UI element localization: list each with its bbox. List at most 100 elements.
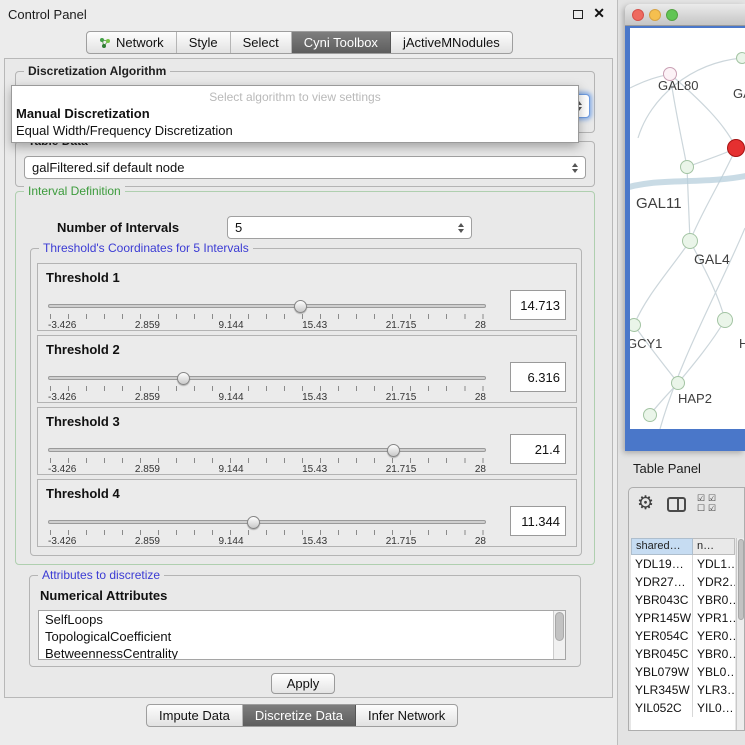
cell-shared-name[interactable]: YER054C — [631, 627, 693, 645]
cell-name[interactable]: YPR1… — [693, 609, 735, 627]
cell-name[interactable]: YBL0… — [693, 663, 735, 681]
table-scrollbar[interactable] — [736, 538, 745, 730]
slider-track[interactable] — [48, 520, 486, 524]
cell-shared-name[interactable]: YDL19… — [631, 555, 693, 573]
threshold-slider[interactable]: -3.426 2.859 9.144 15.43 21.715 28 — [48, 372, 486, 402]
slider-track[interactable] — [48, 376, 486, 380]
number-of-intervals-select[interactable]: 5 — [227, 216, 472, 239]
table-row[interactable]: YDR27…YDR2… — [631, 573, 735, 591]
zoom-traffic-light[interactable] — [666, 9, 678, 21]
gear-icon[interactable]: ⚙ — [637, 492, 654, 515]
column-header-shared-name[interactable]: shared… — [631, 538, 693, 555]
cell-name[interactable]: YLR3… — [693, 681, 735, 699]
network-node[interactable] — [682, 233, 698, 249]
tab-select[interactable]: Select — [231, 32, 292, 53]
tab-style[interactable]: Style — [177, 32, 231, 53]
table-row[interactable]: YBR043CYBR0… — [631, 591, 735, 609]
list-item-selfloops[interactable]: SelfLoops — [39, 611, 565, 628]
tab-label: Impute Data — [159, 708, 230, 723]
slider-thumb[interactable] — [294, 300, 307, 313]
table-data-select[interactable]: galFiltered.sif default node — [24, 156, 586, 179]
tab-label: Infer Network — [368, 708, 445, 723]
tab-discretize-data[interactable]: Discretize Data — [243, 705, 356, 726]
attributes-scrollbar[interactable] — [553, 611, 565, 659]
tab-impute-data[interactable]: Impute Data — [147, 705, 243, 726]
float-window-icon[interactable] — [573, 10, 583, 19]
apply-button[interactable]: Apply — [271, 673, 335, 694]
list-item-betweennesscentrality[interactable]: BetweennessCentrality — [39, 645, 565, 660]
slider-thumb[interactable] — [177, 372, 190, 385]
scale-label: 2.859 — [135, 320, 160, 331]
list-item-topologicalcoefficient[interactable]: TopologicalCoefficient — [39, 628, 565, 645]
slider-ticks — [50, 458, 484, 463]
network-node[interactable] — [680, 160, 694, 174]
scrollbar-thumb[interactable] — [555, 612, 564, 641]
checkbox-icon: ☑ — [708, 503, 719, 513]
cell-name[interactable]: YIL0… — [693, 699, 735, 717]
network-node-label: GCY1 — [630, 336, 662, 351]
scrollbar-thumb[interactable] — [738, 539, 744, 620]
network-node-label: H — [739, 336, 745, 351]
network-node[interactable] — [643, 408, 657, 422]
cell-shared-name[interactable]: YLR345W — [631, 681, 693, 699]
slider-track[interactable] — [48, 448, 486, 452]
table-row[interactable]: YER054CYER0… — [631, 627, 735, 645]
cell-shared-name[interactable]: YBR043C — [631, 591, 693, 609]
slider-thumb[interactable] — [247, 516, 260, 529]
slider-scale: -3.426 2.859 9.144 15.43 21.715 28 — [48, 392, 486, 403]
threshold-label: Threshold 3 — [46, 414, 120, 429]
cell-name[interactable]: YDR2… — [693, 573, 735, 591]
cell-name[interactable]: YER0… — [693, 627, 735, 645]
slider-track[interactable] — [48, 304, 486, 308]
minimize-traffic-light[interactable] — [649, 9, 661, 21]
cell-shared-name[interactable]: YDR27… — [631, 573, 693, 591]
column-header-name[interactable]: n… — [693, 538, 735, 555]
dropdown-option-equal-width-frequency[interactable]: Equal Width/Frequency Discretization — [12, 122, 578, 139]
table-row[interactable]: YIL052CYIL0… — [631, 699, 735, 717]
slider-ticks — [50, 386, 484, 391]
scale-label: 28 — [475, 536, 486, 547]
scale-label: 21.715 — [386, 392, 417, 403]
tab-network[interactable]: Network — [87, 32, 177, 53]
table-row[interactable]: YBL079WYBL0… — [631, 663, 735, 681]
cell-shared-name[interactable]: YBL079W — [631, 663, 693, 681]
cell-name[interactable]: YBR0… — [693, 645, 735, 663]
table-row[interactable]: YPR145WYPR1… — [631, 609, 735, 627]
network-node[interactable] — [717, 312, 733, 328]
threshold-value-input[interactable]: 21.4 — [510, 434, 566, 464]
threshold-value-input[interactable]: 11.344 — [510, 506, 566, 536]
table-row[interactable]: YBR045CYBR0… — [631, 645, 735, 663]
threshold-slider[interactable]: -3.426 2.859 9.144 15.43 21.715 28 — [48, 300, 486, 330]
threshold-slider[interactable]: -3.426 2.859 9.144 15.43 21.715 28 — [48, 444, 486, 474]
threshold-value-input[interactable]: 14.713 — [510, 290, 566, 320]
threshold-value-input[interactable]: 6.316 — [510, 362, 566, 392]
close-icon[interactable]: ✕ — [593, 5, 605, 22]
cell-name[interactable]: YDL1… — [693, 555, 735, 573]
scale-label: 9.144 — [219, 392, 244, 403]
columns-icon[interactable] — [667, 497, 686, 512]
dropdown-option-manual-discretization[interactable]: Manual Discretization — [12, 105, 578, 122]
tab-infer-network[interactable]: Infer Network — [356, 705, 457, 726]
cell-name[interactable]: YBR0… — [693, 591, 735, 609]
tab-cyni-toolbox[interactable]: Cyni Toolbox — [292, 32, 391, 53]
network-node[interactable] — [671, 376, 685, 390]
tab-jactivemnodules[interactable]: jActiveMNodules — [391, 32, 512, 53]
threshold-slider[interactable]: -3.426 2.859 9.144 15.43 21.715 28 — [48, 516, 486, 546]
close-traffic-light[interactable] — [632, 9, 644, 21]
slider-thumb[interactable] — [387, 444, 400, 457]
select-columns-checkboxes-icon[interactable]: ☑☑ ☐☑ — [697, 493, 719, 513]
network-canvas[interactable]: GAL80GAGAL11GAL4GCY1HHAP2 — [630, 28, 745, 429]
threshold-label: Threshold 1 — [46, 270, 120, 285]
cell-shared-name[interactable]: YBR045C — [631, 645, 693, 663]
network-node[interactable] — [727, 139, 745, 157]
cell-shared-name[interactable]: YIL052C — [631, 699, 693, 717]
table-row[interactable]: YDL19…YDL1… — [631, 555, 735, 573]
table-row[interactable]: YLR345WYLR3… — [631, 681, 735, 699]
combo-stepper-icon — [452, 223, 464, 233]
threshold-panel-4: Threshold 4 11.344 -3.426 2.859 9.144 15… — [37, 479, 577, 547]
network-node[interactable] — [736, 52, 745, 64]
checkbox-icon: ☑ — [708, 493, 719, 503]
scale-label: 2.859 — [135, 536, 160, 547]
numerical-attributes-label: Numerical Attributes — [40, 588, 167, 603]
cell-shared-name[interactable]: YPR145W — [631, 609, 693, 627]
